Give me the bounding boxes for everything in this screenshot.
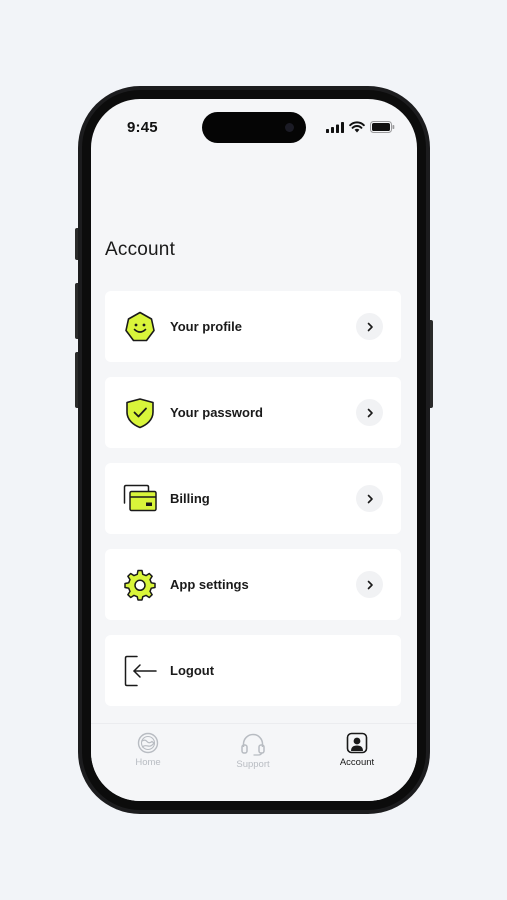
camera-icon	[285, 123, 294, 132]
phone-bezel: 9:45 Account Your profile Your password …	[82, 90, 426, 810]
menu-item-label: App settings	[170, 577, 249, 592]
dynamic-island	[202, 112, 306, 143]
signal-icon	[326, 121, 344, 133]
smiley-icon	[123, 310, 157, 344]
status-icons	[326, 121, 395, 133]
menu-item-billing[interactable]: Billing	[105, 463, 401, 534]
menu-item-app-settings[interactable]: App settings	[105, 549, 401, 620]
menu-item-your-password[interactable]: Your password	[105, 377, 401, 448]
globe-icon	[137, 732, 159, 754]
credit-card-icon	[123, 482, 157, 516]
tab-support[interactable]: Support	[213, 732, 293, 770]
tab-label: Home	[135, 757, 161, 768]
tab-account[interactable]: Account	[317, 732, 397, 768]
chevron-right-icon[interactable]	[356, 313, 383, 340]
menu-item-your-profile[interactable]: Your profile	[105, 291, 401, 362]
headset-icon	[241, 733, 265, 756]
account-menu: Your profile Your password Billing App s…	[105, 291, 401, 706]
gear-icon	[123, 568, 157, 602]
phone-frame: 9:45 Account Your profile Your password …	[78, 86, 430, 814]
shield-check-icon	[123, 396, 157, 430]
tab-home[interactable]: Home	[108, 732, 188, 768]
status-time: 9:45	[127, 119, 158, 136]
wifi-icon	[349, 121, 365, 133]
tab-bar: Home Support Account	[91, 723, 417, 801]
menu-item-label: Billing	[170, 491, 210, 506]
phone-screen: 9:45 Account Your profile Your password …	[91, 99, 417, 801]
menu-item-logout[interactable]: Logout	[105, 635, 401, 706]
menu-item-label: Logout	[170, 663, 215, 678]
chevron-right-icon[interactable]	[356, 571, 383, 598]
tab-label: Support	[236, 759, 270, 770]
logout-icon	[123, 654, 157, 688]
menu-item-label: Your profile	[170, 319, 242, 334]
chevron-right-icon[interactable]	[356, 485, 383, 512]
page-title: Account	[105, 239, 176, 260]
account-icon	[346, 732, 368, 754]
tab-label: Account	[339, 757, 375, 768]
battery-icon	[370, 121, 395, 133]
menu-item-label: Your password	[170, 405, 263, 420]
chevron-right-icon[interactable]	[356, 399, 383, 426]
